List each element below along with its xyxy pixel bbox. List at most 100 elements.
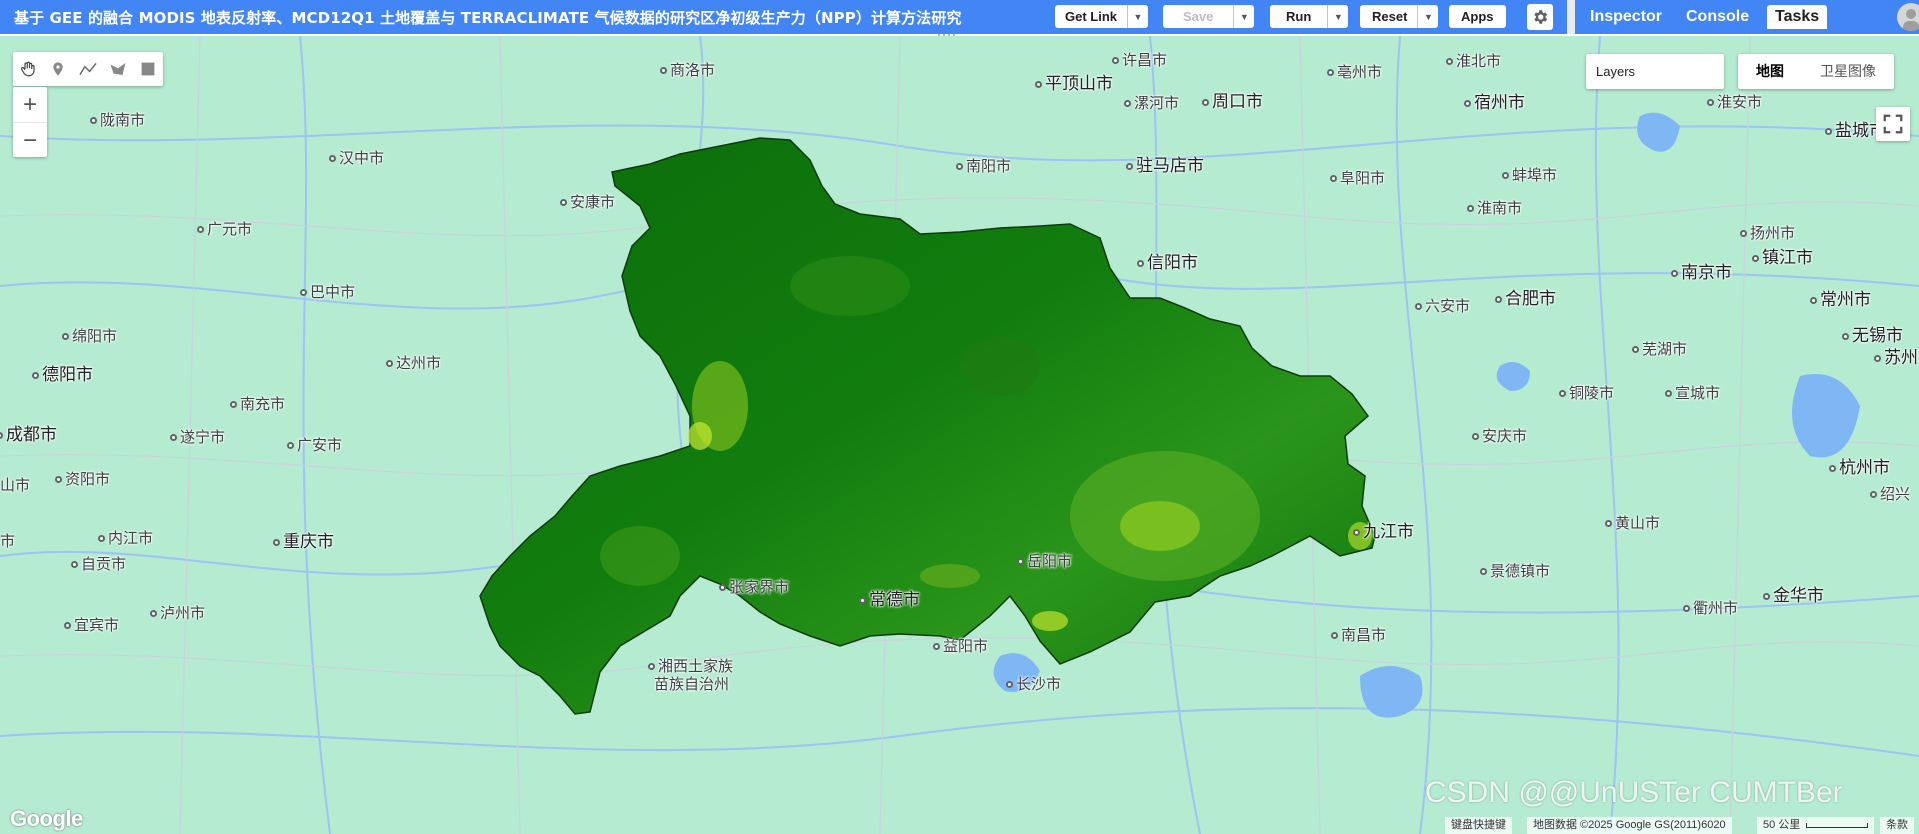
- city-label: 南充市: [230, 393, 285, 414]
- gear-icon[interactable]: [1527, 4, 1553, 30]
- city-label: 驻马店市: [1126, 151, 1204, 176]
- keyboard-shortcuts-link[interactable]: 键盘快捷键: [1445, 817, 1512, 834]
- city-label: 宿州市: [1464, 88, 1525, 113]
- zoom-control: + −: [13, 87, 47, 157]
- city-label: 景德镇市: [1480, 560, 1550, 581]
- right-panel-tabs: Inspector Console Tasks: [1575, 0, 1919, 34]
- city-label: 德阳市: [32, 360, 93, 385]
- city-label: 山市: [0, 476, 31, 494]
- city-label: 九江市: [1353, 517, 1414, 542]
- city-label: 遂宁市: [170, 426, 225, 447]
- drawing-tools: [13, 52, 163, 86]
- study-area-npp-layer: [479, 137, 1376, 715]
- polygon-icon[interactable]: [103, 52, 133, 86]
- city-label: 安庆市: [1472, 425, 1527, 446]
- terms-link[interactable]: 条款: [1880, 817, 1914, 834]
- run-dropdown-icon[interactable]: ▼: [1327, 5, 1348, 28]
- scale-bar-line: [1806, 823, 1869, 828]
- city-label: 自贡市: [71, 553, 126, 574]
- city-label: 绍兴: [1870, 483, 1910, 504]
- reset-label: Reset: [1372, 9, 1408, 24]
- city-label: 铜陵市: [1559, 382, 1614, 403]
- city-label: 绵阳市: [62, 325, 117, 346]
- map-data-attribution: 地图数据 ©2025 Google GS(2011)6020: [1527, 817, 1732, 834]
- fullscreen-icon[interactable]: [1876, 107, 1910, 141]
- tab-inspector[interactable]: Inspector: [1582, 5, 1670, 29]
- city-label: 杭州市: [1829, 453, 1890, 478]
- save-label: Save: [1183, 9, 1214, 24]
- run-button[interactable]: Run ▼: [1270, 5, 1349, 28]
- city-label: 成都市: [0, 420, 57, 445]
- city-label: 泸州市: [150, 602, 205, 623]
- city-label: 信阳市: [1137, 248, 1198, 273]
- city-label: 南京市: [1671, 258, 1732, 283]
- map-canvas[interactable]: 许昌市 淮北市 商洛市 平顶山市 漯河市 周口市 亳州市 宿州市 淮安市 盐城市…: [0, 36, 1919, 834]
- run-label: Run: [1286, 9, 1312, 24]
- city-label: 常德市: [859, 585, 920, 610]
- city-label: 市: [0, 532, 16, 550]
- city-label: 商洛市: [660, 59, 715, 80]
- tab-tasks[interactable]: Tasks: [1767, 5, 1828, 29]
- city-label: 宜宾市: [64, 614, 119, 635]
- marker-icon[interactable]: [43, 52, 73, 86]
- city-label: 扬州市: [1740, 222, 1795, 243]
- city-label: 合肥市: [1495, 284, 1556, 309]
- city-label: 张家界市: [719, 576, 789, 597]
- apps-label: Apps: [1461, 9, 1494, 24]
- city-label: 南昌市: [1331, 624, 1386, 645]
- city-label: 广元市: [197, 218, 252, 239]
- city-label: 平顶山市: [1035, 69, 1113, 94]
- zoom-in-button[interactable]: +: [13, 87, 47, 122]
- city-label: 漯河市: [1124, 92, 1179, 113]
- zoom-out-button[interactable]: −: [13, 122, 47, 158]
- city-label: 汉中市: [329, 147, 384, 168]
- get-link-dropdown-icon[interactable]: ▼: [1127, 5, 1148, 28]
- city-label: 淮北市: [1446, 50, 1501, 71]
- map-type-control: 地图 卫星图像: [1738, 54, 1894, 89]
- google-logo: Google: [10, 806, 83, 831]
- get-link-label: Get Link: [1065, 9, 1118, 24]
- city-label: 巴中市: [300, 281, 355, 302]
- layers-button[interactable]: Layers: [1586, 54, 1724, 89]
- panel-divider[interactable]: [1567, 0, 1575, 34]
- apps-button[interactable]: Apps: [1449, 5, 1506, 28]
- city-label: 常州市: [1810, 285, 1871, 310]
- line-icon[interactable]: [73, 52, 103, 86]
- scale-bar[interactable]: 50 公里: [1757, 817, 1875, 834]
- city-label: 芜湖市: [1632, 338, 1687, 359]
- city-label: 陇南市: [90, 109, 145, 130]
- city-label: 六安市: [1415, 295, 1470, 316]
- script-title: 基于 GEE 的融合 MODIS 地表反射率、MCD12Q1 土地覆盖与 TER…: [14, 9, 962, 27]
- city-label: 亳州市: [1327, 61, 1382, 82]
- tab-console[interactable]: Console: [1678, 5, 1757, 29]
- city-label: 苏州: [1874, 343, 1918, 368]
- get-link-button[interactable]: Get Link ▼: [1055, 5, 1149, 28]
- city-label: 周口市: [1202, 87, 1263, 112]
- city-label: 蚌埠市: [1502, 164, 1557, 185]
- city-label: 安康市: [560, 191, 615, 212]
- user-avatar[interactable]: [1897, 3, 1919, 31]
- city-label: 益阳市: [933, 635, 988, 656]
- city-label: 达州市: [386, 352, 441, 373]
- rectangle-icon[interactable]: [133, 52, 163, 86]
- map-type-satellite-button[interactable]: 卫星图像: [1802, 54, 1894, 89]
- city-label: 许昌市: [1112, 49, 1167, 70]
- city-label: 淮南市: [1467, 197, 1522, 218]
- city-label: 镇江市: [1752, 243, 1813, 268]
- scale-bar-label: 50 公里: [1763, 819, 1801, 831]
- city-label: 黄山市: [1605, 512, 1660, 533]
- save-dropdown-icon[interactable]: ▼: [1233, 5, 1254, 28]
- city-label: 南阳市: [956, 155, 1011, 176]
- city-label: 衢州市: [1683, 597, 1738, 618]
- city-label: 金华市: [1763, 581, 1824, 606]
- hand-icon[interactable]: [13, 52, 43, 86]
- reset-button[interactable]: Reset ▼: [1360, 5, 1439, 28]
- csdn-watermark: CSDN @@UnUSTer CUMTBer: [1425, 776, 1843, 809]
- city-label: 阜阳市: [1330, 167, 1385, 188]
- save-button[interactable]: Save ▼: [1163, 5, 1255, 28]
- city-label: 淮安市: [1707, 91, 1762, 112]
- city-label: 广安市: [287, 434, 342, 455]
- reset-dropdown-icon[interactable]: ▼: [1417, 5, 1438, 28]
- city-label: 宣城市: [1665, 382, 1720, 403]
- map-type-map-button[interactable]: 地图: [1738, 54, 1802, 89]
